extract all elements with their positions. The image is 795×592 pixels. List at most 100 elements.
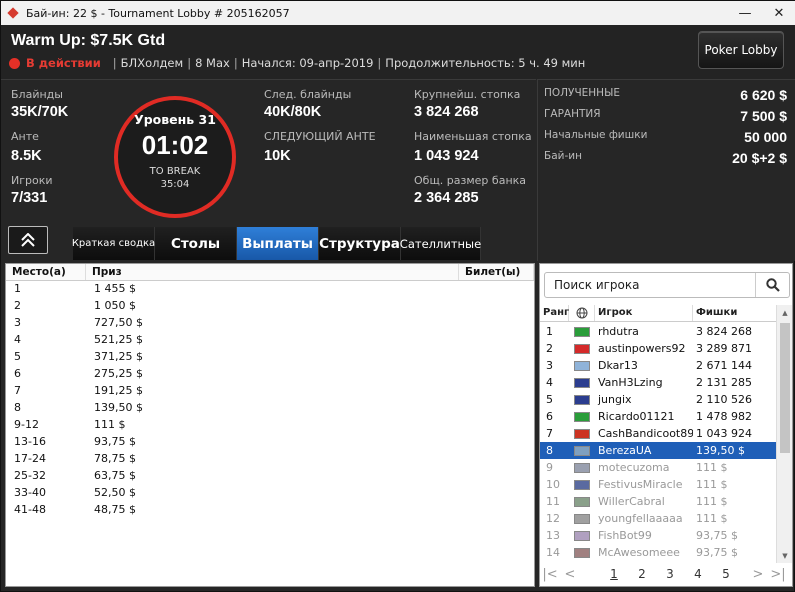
payout-row: 25-32 63,75 $	[6, 468, 534, 485]
payout-place: 1	[14, 282, 21, 295]
player-name: FishBot99	[598, 529, 652, 542]
player-row[interactable]: 11 WillerCabral 111 $	[540, 493, 776, 510]
payout-ticket	[459, 502, 534, 519]
player-name: youngfellaaaaa	[598, 512, 683, 525]
scroll-up-icon[interactable]: ▲	[777, 309, 793, 317]
country-flag-icon	[574, 530, 590, 541]
payout-place: 17-24	[14, 452, 46, 465]
player-row[interactable]: 12 youngfellaaaaa 111 $	[540, 510, 776, 527]
globe-icon	[576, 307, 587, 319]
payout-prize: 93,75 $	[94, 435, 136, 448]
payout-place: 6	[14, 367, 21, 380]
player-rank: 13	[546, 529, 560, 542]
column-place[interactable]: Место(а)	[6, 264, 86, 280]
level-timer: Уровень 31 01:02 TO BREAK 35:04	[114, 96, 236, 218]
player-row[interactable]: 4 VanH3Lzing 2 131 285	[540, 374, 776, 391]
player-name: jungix	[598, 393, 632, 406]
payout-prize: 1 455 $	[94, 282, 136, 295]
column-player[interactable]: Игрок	[595, 305, 693, 321]
player-search-input[interactable]	[545, 273, 755, 297]
page-number[interactable]: 1	[600, 567, 628, 581]
player-name: FestivusMiracle	[598, 478, 683, 491]
player-row[interactable]: 5 jungix 2 110 526	[540, 391, 776, 408]
minimize-button[interactable]: —	[728, 1, 762, 25]
column-ticket[interactable]: Билет(ы)	[459, 264, 534, 280]
page-number[interactable]: 2	[628, 567, 656, 581]
scroll-down-icon[interactable]: ▼	[777, 552, 793, 560]
payout-ticket	[459, 298, 534, 315]
player-name: CashBandicoot89	[598, 427, 693, 440]
prev-page-icon[interactable]: <	[560, 567, 580, 582]
payout-prize: 727,50 $	[94, 316, 143, 329]
country-flag-icon	[574, 496, 590, 507]
column-rank[interactable]: Ранг	[540, 305, 569, 321]
player-name: austinpowers92	[598, 342, 686, 355]
close-button[interactable]: ✕	[762, 1, 795, 25]
players-scrollbar[interactable]: ▲ ▼	[776, 305, 792, 563]
player-rank: 4	[546, 376, 553, 389]
player-row[interactable]: 13 FishBot99 93,75 $	[540, 527, 776, 544]
tab-summary[interactable]: Краткая сводка	[72, 227, 155, 260]
status-text: В действии	[26, 56, 101, 70]
player-row[interactable]: 10 FestivusMiracle 111 $	[540, 476, 776, 493]
country-flag-icon	[574, 428, 590, 439]
player-row[interactable]: 8 BerezaUA 139,50 $	[540, 442, 776, 459]
payout-prize: 111 $	[94, 418, 126, 431]
scroll-thumb[interactable]	[780, 323, 790, 453]
collapse-button[interactable]	[8, 226, 48, 254]
player-row[interactable]: 1 rhdutra 3 824 268	[540, 323, 776, 340]
player-name: Ricardo01121	[598, 410, 675, 423]
tab-satellites[interactable]: Сателлитные	[400, 227, 481, 260]
page-number[interactable]: 3	[656, 567, 684, 581]
player-row[interactable]: 3 Dkar13 2 671 144	[540, 357, 776, 374]
player-chips: 139,50 $	[696, 444, 745, 457]
payout-row: 5 371,25 $	[6, 349, 534, 366]
payout-prize: 371,25 $	[94, 350, 143, 363]
player-row[interactable]: 6 Ricardo01121 1 478 982	[540, 408, 776, 425]
tab-payouts[interactable]: Выплаты	[237, 227, 319, 260]
payout-row: 41-48 48,75 $	[6, 502, 534, 519]
next-page-icon[interactable]: >	[748, 567, 768, 582]
player-rank: 5	[546, 393, 553, 406]
tab-tables[interactable]: Столы	[155, 227, 237, 260]
player-chips: 3 289 871	[696, 342, 752, 355]
player-row[interactable]: 2 austinpowers92 3 289 871	[540, 340, 776, 357]
player-chips: 3 824 268	[696, 325, 752, 338]
player-name: VanH3Lzing	[598, 376, 663, 389]
column-country[interactable]	[569, 305, 595, 321]
player-chips: 111 $	[696, 478, 728, 491]
player-chips: 2 131 285	[696, 376, 752, 389]
player-row[interactable]: 14 McAwesomeee 93,75 $	[540, 544, 776, 561]
separator: |	[233, 56, 238, 70]
page-number[interactable]: 4	[684, 567, 712, 581]
page-number[interactable]: 5	[712, 567, 740, 581]
country-flag-icon	[574, 445, 590, 456]
poker-lobby-button[interactable]: Poker Lobby	[698, 31, 784, 69]
next-blinds-label: След. блайнды	[264, 88, 352, 101]
column-chips[interactable]: Фишки	[693, 305, 776, 321]
payout-place: 7	[14, 384, 21, 397]
column-prize[interactable]: Приз	[86, 264, 459, 280]
payout-ticket	[459, 383, 534, 400]
player-country	[569, 360, 595, 371]
smallest-stack-value: 1 043 924	[414, 148, 479, 164]
player-row[interactable]: 9 motecuzoma 111 $	[540, 459, 776, 476]
double-chevron-up-icon	[21, 233, 35, 247]
tab-structure[interactable]: Структура	[319, 227, 401, 260]
first-page-icon[interactable]: |<	[540, 567, 560, 582]
last-page-icon[interactable]: >|	[768, 567, 788, 582]
player-country	[569, 411, 595, 422]
search-button[interactable]	[755, 273, 789, 297]
payout-prize: 139,50 $	[94, 401, 143, 414]
payout-place: 13-16	[14, 435, 46, 448]
country-flag-icon	[574, 462, 590, 473]
break-time: 35:04	[160, 179, 190, 190]
country-flag-icon	[574, 394, 590, 405]
player-country	[569, 326, 595, 337]
buyin-value: 20 $+2 $	[732, 150, 787, 166]
guarantee-value: 7 500 $	[740, 108, 787, 124]
player-row[interactable]: 7 CashBandicoot89 1 043 924	[540, 425, 776, 442]
tournament-lobby-window: Бай-ин: 22 $ - Tournament Lobby # 205162…	[0, 0, 795, 592]
player-country	[569, 547, 595, 558]
country-flag-icon	[574, 547, 590, 558]
